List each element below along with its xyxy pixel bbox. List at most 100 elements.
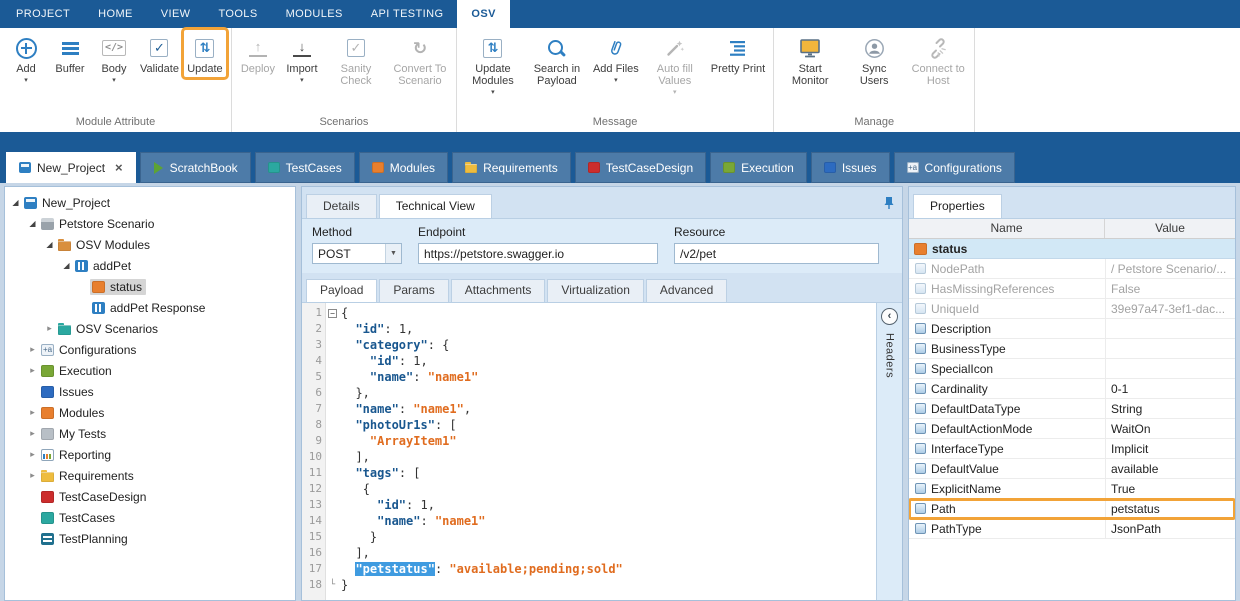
tree-expander-closed-icon[interactable]: ▸: [26, 470, 39, 481]
attribute-icon: [915, 523, 926, 534]
tree-item-testplanning[interactable]: TestPlanning: [5, 528, 295, 549]
tab-properties[interactable]: Properties: [913, 194, 1002, 218]
ribbon-button-update[interactable]: ⇅Update: [184, 30, 226, 77]
ribbon-button-buffer[interactable]: Buffer: [49, 30, 91, 77]
subtab-attachments[interactable]: Attachments: [451, 279, 546, 302]
line-number-gutter: 123456789101112131415161718: [302, 303, 326, 600]
tree-expander-open-icon[interactable]: ◢: [9, 198, 22, 207]
tree-expander-closed-icon[interactable]: ▸: [26, 365, 39, 376]
ribbon-button-sync-users[interactable]: Sync Users: [843, 30, 905, 89]
tree-item-testcases[interactable]: TestCases: [5, 507, 295, 528]
property-row-explicitname[interactable]: ExplicitNameTrue: [909, 479, 1235, 499]
menu-tab-modules[interactable]: MODULES: [272, 0, 357, 28]
testplanning-icon: [41, 533, 54, 545]
tree-item-new-project[interactable]: ◢New_Project: [5, 192, 295, 213]
tab-details[interactable]: Details: [306, 194, 377, 218]
tree-item-reporting[interactable]: ▸Reporting: [5, 444, 295, 465]
tree-item-testcasedesign[interactable]: TestCaseDesign: [5, 486, 295, 507]
close-icon[interactable]: ×: [115, 161, 123, 174]
chevron-down-icon[interactable]: ▼: [385, 244, 401, 263]
tree-item-requirements[interactable]: ▸Requirements: [5, 465, 295, 486]
tree-expander-closed-icon[interactable]: ▸: [26, 428, 39, 439]
doc-tab-execution[interactable]: Execution: [710, 152, 807, 183]
tree-item-addpet-response[interactable]: addPet Response: [5, 297, 295, 318]
property-row-description[interactable]: Description: [909, 319, 1235, 339]
doc-tab-issues[interactable]: Issues: [811, 152, 890, 183]
property-row-pathtype[interactable]: PathTypeJsonPath: [909, 519, 1235, 539]
menu-tab-view[interactable]: VIEW: [147, 0, 205, 28]
tree-item-addpet[interactable]: ◢addPet: [5, 255, 295, 276]
doc-tab-configurations[interactable]: +aConfigurations: [894, 152, 1015, 183]
new-project-icon: [24, 197, 37, 209]
ribbon-button-import[interactable]: ↓Import▾: [281, 30, 323, 87]
property-row-uniqueid[interactable]: UniqueId39e97a47-3ef1-dac...: [909, 299, 1235, 319]
line-number: 18: [302, 577, 322, 593]
doc-tab-testcases[interactable]: TestCases: [255, 152, 355, 183]
tree-item-label: My Tests: [59, 427, 106, 441]
json-editor[interactable]: 123456789101112131415161718−└{ "id": 1, …: [302, 303, 876, 600]
tree-item-status[interactable]: status: [5, 276, 295, 297]
tree-item-configurations[interactable]: ▸+aConfigurations: [5, 339, 295, 360]
ribbon-button-start-monitor[interactable]: Start Monitor: [779, 30, 841, 89]
code-line: },: [341, 385, 876, 401]
menu-tab-osv[interactable]: OSV: [457, 0, 509, 28]
property-row-defaultdatatype[interactable]: DefaultDataTypeString: [909, 399, 1235, 419]
endpoint-input[interactable]: [418, 243, 658, 264]
menu-tab-api-testing[interactable]: API TESTING: [357, 0, 458, 28]
ribbon-button-add[interactable]: Add▾: [5, 30, 47, 87]
tree-expander-open-icon[interactable]: ◢: [43, 240, 56, 249]
column-header-name[interactable]: Name: [909, 219, 1105, 238]
method-select[interactable]: POST ▼: [312, 243, 402, 264]
menu-tab-tools[interactable]: TOOLS: [204, 0, 271, 28]
fold-collapse-icon[interactable]: −: [328, 309, 337, 318]
tree-expander-open-icon[interactable]: ◢: [60, 261, 73, 270]
tree-item-petstore-scenario[interactable]: ◢Petstore Scenario: [5, 213, 295, 234]
property-row-defaultvalue[interactable]: DefaultValueavailable: [909, 459, 1235, 479]
subtab-payload[interactable]: Payload: [306, 279, 377, 302]
headers-side-tab[interactable]: ‹ Headers: [876, 303, 902, 600]
doc-tab-new-project[interactable]: New_Project×: [6, 152, 136, 183]
tab-technical-view[interactable]: Technical View: [379, 194, 492, 218]
property-value: petstatus: [1106, 502, 1235, 516]
column-header-value[interactable]: Value: [1105, 219, 1235, 238]
subtab-virtualization[interactable]: Virtualization: [547, 279, 643, 302]
property-row-nodepath[interactable]: NodePath/ Petstore Scenario/...: [909, 259, 1235, 279]
tree-item-label: Issues: [59, 385, 94, 399]
ribbon-button-validate[interactable]: ✓Validate: [137, 30, 182, 77]
ribbon-button-update-modules[interactable]: ⇅Update Modules▾: [462, 30, 524, 99]
collapse-headers-button[interactable]: ‹: [881, 308, 898, 325]
tree-expander-closed-icon[interactable]: ▸: [43, 323, 56, 334]
property-row-defaultactionmode[interactable]: DefaultActionModeWaitOn: [909, 419, 1235, 439]
pin-icon[interactable]: [880, 195, 898, 211]
property-row-interfacetype[interactable]: InterfaceTypeImplicit: [909, 439, 1235, 459]
tree-item-osv-scenarios[interactable]: ▸OSV Scenarios: [5, 318, 295, 339]
resource-input[interactable]: [674, 243, 879, 264]
doc-tab-modules[interactable]: Modules: [359, 152, 448, 183]
property-row-cardinality[interactable]: Cardinality0-1: [909, 379, 1235, 399]
doc-tab-scratchbook[interactable]: ScratchBook: [140, 152, 251, 183]
doc-tab-testcasedesign[interactable]: TestCaseDesign: [575, 152, 706, 183]
property-row-path[interactable]: Pathpetstatus: [909, 499, 1235, 519]
tree-expander-open-icon[interactable]: ◢: [26, 219, 39, 228]
property-row-businesstype[interactable]: BusinessType: [909, 339, 1235, 359]
tree-item-modules[interactable]: ▸Modules: [5, 402, 295, 423]
property-row-hasmissingreferences[interactable]: HasMissingReferencesFalse: [909, 279, 1235, 299]
ribbon-button-body[interactable]: </>Body▾: [93, 30, 135, 87]
menu-tab-home[interactable]: HOME: [84, 0, 147, 28]
subtab-params[interactable]: Params: [379, 279, 448, 302]
ribbon-button-pretty-print[interactable]: Pretty Print: [708, 30, 768, 77]
tree-expander-closed-icon[interactable]: ▸: [26, 449, 39, 460]
tree-expander-closed-icon[interactable]: ▸: [26, 344, 39, 355]
tree-item-issues[interactable]: Issues: [5, 381, 295, 402]
ribbon-button-add-files[interactable]: Add Files▾: [590, 30, 642, 87]
property-group-status[interactable]: status: [909, 239, 1235, 259]
ribbon-button-search-in-payload[interactable]: Search in Payload: [526, 30, 588, 89]
tree-item-execution[interactable]: ▸Execution: [5, 360, 295, 381]
tree-item-my-tests[interactable]: ▸ My Tests: [5, 423, 295, 444]
property-row-specialicon[interactable]: SpecialIcon: [909, 359, 1235, 379]
tree-expander-closed-icon[interactable]: ▸: [26, 407, 39, 418]
tree-item-osv-modules[interactable]: ◢OSV Modules: [5, 234, 295, 255]
menu-tab-project[interactable]: PROJECT: [2, 0, 84, 28]
subtab-advanced[interactable]: Advanced: [646, 279, 727, 302]
doc-tab-requirements[interactable]: Requirements: [452, 152, 571, 183]
